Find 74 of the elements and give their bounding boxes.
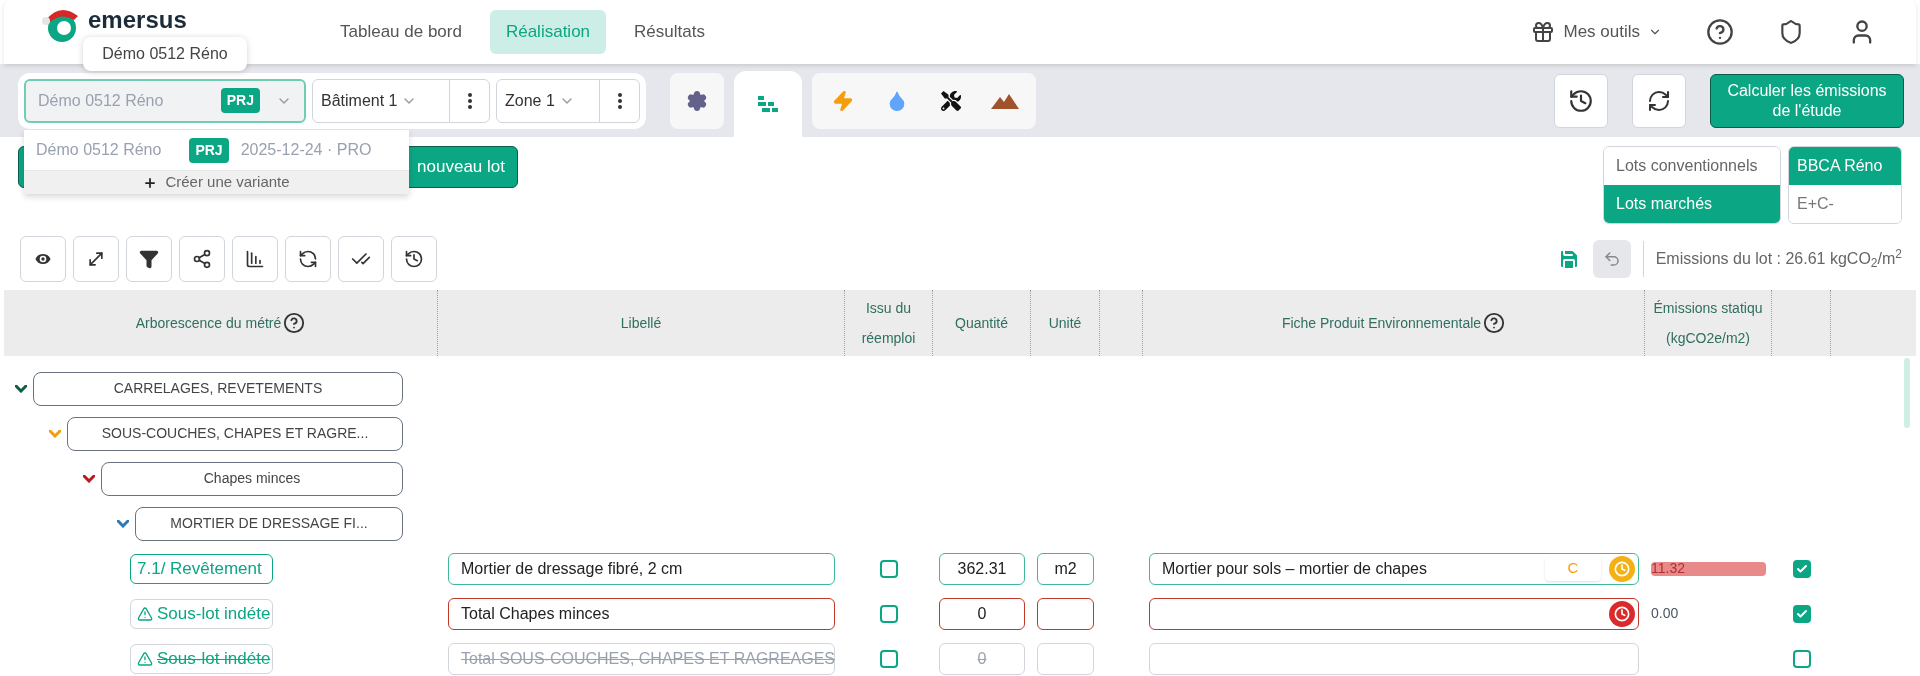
refresh-icon (1647, 88, 1671, 113)
clock-icon[interactable] (1609, 600, 1635, 627)
refresh-icon (298, 249, 318, 269)
product-sheet-name: Mortier pour sols – mortier de chapes (1162, 559, 1427, 577)
filter-icon (139, 249, 159, 269)
include-checkbox[interactable] (1792, 604, 1811, 623)
column-header: Unité (1048, 314, 1082, 333)
logo-text: emersus (88, 6, 187, 34)
reuse-checkbox[interactable] (880, 559, 898, 578)
include-checkbox[interactable] (1792, 559, 1811, 578)
reuse-checkbox[interactable] (880, 604, 898, 623)
chevron-icon[interactable] (83, 474, 95, 483)
help-icon[interactable] (1483, 312, 1506, 334)
tree-node[interactable]: MORTIER DE DRESSAGE FI... (135, 506, 403, 541)
scrollbar[interactable] (1904, 358, 1910, 428)
column-header: Arborescence du métré (135, 314, 282, 333)
branch-icon (192, 249, 212, 269)
tooltip: Démo 0512 Réno (83, 37, 247, 71)
lot-emissions: Emissions du lot : 26.61 kgCO$_{2}$/m$^{2}$ (1655, 247, 1902, 271)
chevron-icon[interactable] (117, 519, 129, 528)
column-header: Quantité (955, 314, 1008, 333)
chevron-icon[interactable] (15, 384, 27, 393)
warning-icon (137, 605, 153, 622)
bar-chart-button[interactable] (232, 236, 278, 282)
unit-field[interactable]: m2 (1037, 552, 1094, 585)
bricks-icon (758, 96, 778, 112)
column-header: Issu du réemploi (860, 299, 917, 348)
product-sheet-field[interactable] (1149, 597, 1639, 630)
expand-icon (86, 249, 106, 269)
history-icon (404, 249, 424, 269)
tools-menu[interactable]: Mes outils (1531, 19, 1662, 45)
history-icon (1568, 87, 1594, 114)
product-sheet-field[interactable]: Mortier pour sols – mortier de chapes C (1149, 552, 1639, 585)
warning-icon (137, 650, 153, 667)
bar-chart-icon (245, 249, 265, 269)
history-button[interactable] (1554, 73, 1608, 128)
branch-button[interactable] (179, 236, 225, 282)
gift-icon (1531, 20, 1556, 44)
tree-node[interactable]: Chapes minces (101, 461, 403, 496)
unit-field[interactable] (1037, 597, 1094, 630)
column-header: Libellé (620, 314, 662, 333)
lightning-icon (832, 89, 854, 112)
create-variant-button[interactable]: Créer une variante (24, 170, 409, 194)
check-icon (1795, 562, 1808, 575)
gear-icon (686, 89, 708, 112)
mountains-icon (991, 92, 1019, 109)
undo-icon (1602, 250, 1621, 268)
tools-icon (941, 90, 961, 111)
column-header: Émissions statiqu (kgCO2e/m2) (1652, 299, 1764, 348)
help-icon[interactable] (283, 312, 306, 334)
refresh-button[interactable] (1632, 73, 1686, 128)
product-sheet-grade: C (1545, 556, 1601, 581)
quantity-field[interactable]: 0 (939, 597, 1025, 630)
plus-icon (143, 175, 158, 190)
check-icon (1795, 607, 1808, 620)
shield-icon[interactable] (1778, 19, 1804, 45)
tree-node[interactable]: SOUS-COUCHES, CHAPES ET RAGRE... (67, 416, 403, 451)
label-field[interactable]: Mortier de dressage fibré, 2 cm (448, 552, 835, 585)
quantity-field[interactable]: 362.31 (939, 552, 1025, 585)
emission-value: 11.32 (1651, 561, 1766, 576)
column-header: Fiche Produit Environnementale (1281, 314, 1482, 333)
expand-button[interactable] (73, 236, 119, 282)
nav-tab[interactable]: Résultats (618, 10, 721, 54)
undo-button[interactable] (1592, 240, 1631, 278)
filter-button[interactable] (126, 236, 172, 282)
label-field[interactable]: Total Chapes minces (448, 597, 835, 630)
history-button[interactable] (391, 236, 437, 282)
double-check-button[interactable] (338, 236, 384, 282)
eye-button[interactable] (20, 236, 66, 282)
project-badge: PRJ (220, 88, 260, 113)
help-icon[interactable] (1706, 18, 1734, 46)
nav-tab[interactable]: Tableau de bord (324, 10, 478, 54)
tree-node[interactable]: CARRELAGES, REVETEMENTS (33, 371, 403, 406)
refresh-button[interactable] (285, 236, 331, 282)
